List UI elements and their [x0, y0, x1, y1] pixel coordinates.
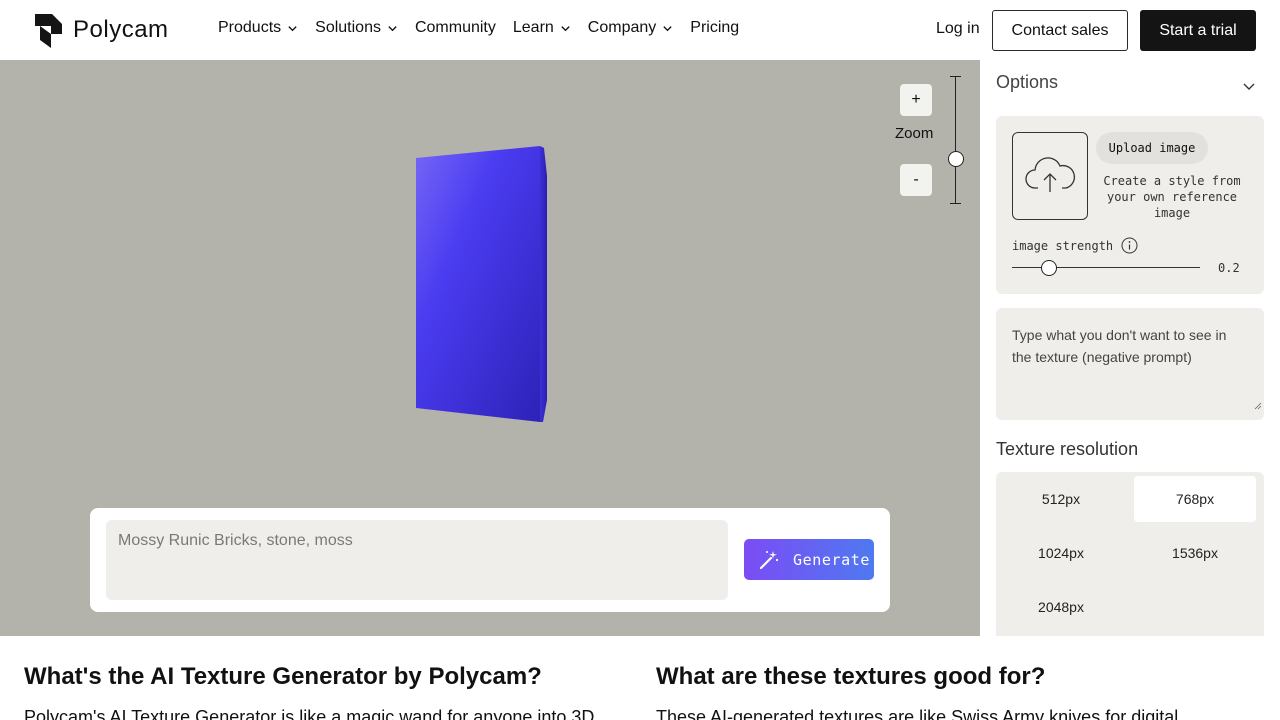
zoom-out-button[interactable]: - — [900, 164, 932, 196]
resolution-option-512[interactable]: 512px — [1000, 476, 1122, 522]
texture-prompt-input[interactable] — [106, 520, 728, 600]
info-paragraph: Polycam's AI Texture Generator is like a… — [24, 707, 595, 720]
nav-label: Products — [218, 19, 282, 36]
zoom-slider-thumb[interactable] — [948, 151, 964, 167]
cloud-upload-icon — [1025, 157, 1075, 192]
nav-label: Pricing — [690, 19, 740, 36]
polycam-logo[interactable]: Polycam — [32, 12, 169, 48]
resolution-option-768[interactable]: 768px — [1134, 476, 1256, 522]
login-link[interactable]: Log in — [936, 20, 980, 38]
nav-item-solutions[interactable]: Solutions — [315, 19, 398, 37]
image-strength-label: image strength — [1012, 237, 1138, 254]
image-strength-text: image strength — [1012, 238, 1114, 253]
nav-label: Company — [587, 19, 657, 36]
magic-wand-icon — [759, 550, 779, 569]
zoom-label: Zoom — [895, 125, 934, 142]
chevron-down-icon — [561, 25, 570, 31]
nav-item-learn[interactable]: Learn — [513, 19, 571, 37]
start-trial-button[interactable]: Start a trial — [1140, 10, 1256, 51]
generate-button[interactable]: Generate — [744, 539, 874, 580]
texture-resolution-title: Texture resolution — [996, 439, 1139, 459]
resize-grip-icon[interactable] — [1254, 402, 1262, 410]
upload-image-button[interactable]: Upload image — [1096, 132, 1208, 164]
info-section-uses: What are these textures good for? These … — [656, 662, 1256, 720]
zoom-slider-cap — [950, 203, 961, 204]
chevron-down-icon[interactable] — [1242, 79, 1256, 93]
nav-item-community[interactable]: Community — [415, 19, 496, 37]
texture-resolution-options: 512px 768px 1024px 1536px 2048px — [996, 472, 1264, 636]
negative-prompt-card — [996, 308, 1264, 420]
upload-style-card: Upload image Create a style from your ow… — [996, 116, 1264, 294]
nav-label: Community — [414, 19, 496, 36]
info-paragraph: These AI-generated textures are like Swi… — [656, 707, 1179, 720]
image-strength-value: 0.2 — [1218, 261, 1240, 275]
options-title[interactable]: Options — [996, 72, 1058, 93]
resolution-option-1024[interactable]: 1024px — [1000, 530, 1122, 576]
3d-viewport[interactable]: + Zoom - Generate — [0, 60, 980, 636]
zoom-slider-track[interactable] — [955, 76, 956, 204]
options-panel: Options Upload image Create a style from… — [980, 60, 1280, 636]
image-strength-slider-thumb[interactable] — [1041, 260, 1057, 276]
main-nav: Products Solutions Community Learn Compa… — [218, 19, 756, 37]
info-icon[interactable] — [1121, 237, 1138, 254]
nav-label: Learn — [512, 19, 554, 36]
brand-name: Polycam — [73, 16, 169, 43]
resolution-option-2048[interactable]: 2048px — [1000, 584, 1122, 630]
nav-item-company[interactable]: Company — [588, 19, 673, 37]
zoom-in-button[interactable]: + — [900, 84, 932, 116]
info-section-about: What's the AI Texture Generator by Polyc… — [24, 662, 624, 720]
chevron-down-icon — [663, 25, 672, 31]
nav-label: Solutions — [315, 19, 381, 36]
site-header: Polycam Products Solutions Community Lea… — [0, 0, 1280, 60]
prompt-card: Generate — [90, 508, 890, 612]
chevron-down-icon — [288, 25, 297, 31]
nav-item-pricing[interactable]: Pricing — [690, 19, 739, 37]
upload-dropzone[interactable] — [1012, 132, 1088, 220]
upload-description: Create a style from your own reference i… — [1103, 174, 1241, 220]
resolution-option-1536[interactable]: 1536px — [1134, 530, 1256, 576]
info-heading: What's the AI Texture Generator by Polyc… — [24, 663, 542, 690]
nav-item-products[interactable]: Products — [218, 19, 298, 37]
info-heading: What are these textures good for? — [656, 663, 1046, 690]
generate-label: Generate — [793, 550, 871, 569]
negative-prompt-input[interactable] — [996, 308, 1264, 408]
chevron-down-icon — [388, 25, 397, 31]
contact-sales-button[interactable]: Contact sales — [992, 10, 1128, 51]
polycam-logo-icon — [35, 14, 62, 48]
